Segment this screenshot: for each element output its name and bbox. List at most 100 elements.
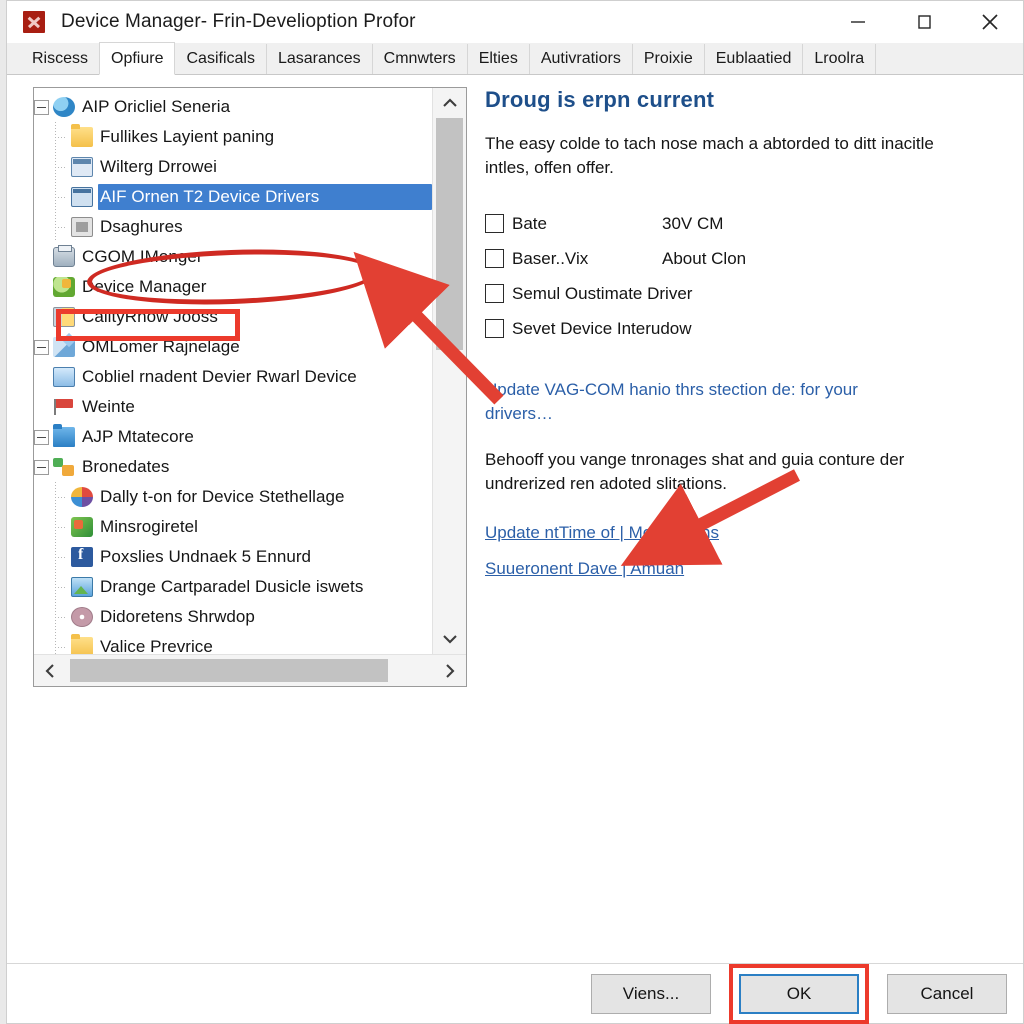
checkbox-label: Baser..Vix bbox=[512, 248, 589, 268]
maximize-icon[interactable] bbox=[891, 1, 957, 43]
tree-item[interactable]: Poxslies Undnaek 5 Ennurd bbox=[34, 542, 432, 572]
tree-item[interactable]: AIF Ornen T2 Device Drivers bbox=[34, 182, 432, 212]
checkbox-input[interactable] bbox=[485, 319, 504, 339]
device-manager-icon bbox=[53, 277, 75, 297]
tree-expander-toggle[interactable] bbox=[34, 339, 49, 355]
window-controls bbox=[825, 1, 1023, 43]
tree-vertical-scrollbar[interactable] bbox=[432, 88, 466, 654]
device-tree-panel: AIP Oricliel Seneria Fullikes Layient pan… bbox=[33, 87, 467, 687]
tree-expander-toggle[interactable] bbox=[34, 429, 49, 445]
window-icon bbox=[71, 157, 93, 177]
tab-lroolra[interactable]: Lroolra bbox=[802, 44, 877, 74]
tree-item[interactable]: Device Manager bbox=[34, 272, 432, 302]
checkbox-row[interactable]: Bate 30V CM bbox=[485, 206, 985, 241]
chevron-down-icon[interactable] bbox=[433, 624, 466, 654]
tab-elties[interactable]: Elties bbox=[466, 44, 530, 74]
tree-item[interactable]: Didoretens Shrwdop bbox=[34, 602, 432, 632]
checkbox-row[interactable]: Sevet Device Interudow bbox=[485, 311, 985, 346]
views-button[interactable]: Viens... bbox=[591, 973, 711, 1014]
device-tree-viewport: AIP Oricliel Seneria Fullikes Layient pan… bbox=[34, 88, 432, 654]
tab-opfiure[interactable]: Opfiure bbox=[99, 42, 176, 75]
book-icon bbox=[53, 307, 75, 327]
tree-item[interactable]: Cobliel rnadent Devier Rwarl Device bbox=[34, 362, 432, 392]
tree-item[interactable]: Wilterg Drrowei bbox=[34, 152, 432, 182]
window-content: AIP Oricliel Seneria Fullikes Layient pan… bbox=[7, 75, 1023, 1024]
support-link[interactable]: Suueronent Dave | Amuan bbox=[485, 559, 684, 579]
close-icon[interactable] bbox=[957, 1, 1023, 43]
ok-button[interactable]: OK bbox=[739, 973, 859, 1014]
checkbox-input[interactable] bbox=[485, 214, 504, 234]
tree-item[interactable]: Valice Prevrice bbox=[34, 632, 432, 654]
checkbox-row[interactable]: Baser..Vix About Clon bbox=[485, 241, 985, 276]
chevron-left-icon[interactable] bbox=[34, 655, 66, 686]
tree-connector-line bbox=[53, 122, 71, 152]
tree-item[interactable]: Weinte bbox=[34, 392, 432, 422]
tree-item[interactable]: OMLomer Rajnelage bbox=[34, 332, 432, 362]
tree-expander-toggle[interactable] bbox=[34, 99, 49, 115]
tab-lasarances[interactable]: Lasarances bbox=[265, 44, 373, 74]
detail-heading: Droug is erpn current bbox=[485, 87, 715, 112]
tree-item[interactable]: CGOM IMonger bbox=[34, 242, 432, 272]
checkbox-label: Semul Oustimate Driver bbox=[512, 283, 693, 303]
tree-item-label: Bronedates bbox=[82, 457, 170, 476]
tree-item[interactable]: Bronedates bbox=[34, 452, 432, 482]
detail-note: Behooff you vange tnronages shat and gui… bbox=[485, 449, 905, 493]
tree-item-label: Cobliel rnadent Devier Rwarl Device bbox=[82, 367, 357, 386]
tree-item[interactable]: AJP Mtatecore bbox=[34, 422, 432, 452]
image-icon bbox=[71, 577, 93, 597]
tree-connector-line bbox=[53, 632, 71, 654]
tree-item-label: AIF Ornen T2 Device Drivers bbox=[100, 187, 320, 206]
tree-item-label: CGOM IMonger bbox=[82, 247, 203, 266]
chevron-right-icon[interactable] bbox=[434, 655, 466, 686]
checkbox-input[interactable] bbox=[485, 284, 504, 304]
tree-connector-line bbox=[53, 542, 71, 572]
minimize-icon[interactable] bbox=[825, 1, 891, 43]
horizontal-scroll-thumb[interactable] bbox=[70, 659, 388, 682]
tab-proixie[interactable]: Proixie bbox=[631, 44, 705, 74]
tab-riscess[interactable]: Riscess bbox=[21, 44, 101, 74]
tree-item-label: Didoretens Shrwdop bbox=[100, 607, 255, 626]
device-manager-window: Device Manager- Frin-Develioption Profor… bbox=[6, 0, 1024, 1024]
gray-device-icon bbox=[71, 217, 93, 237]
tree-item[interactable]: CalityRhow Jooss bbox=[34, 302, 432, 332]
checkbox-row[interactable]: Semul Oustimate Driver bbox=[485, 276, 985, 311]
checkbox-label: Bate bbox=[512, 213, 547, 233]
folder-icon bbox=[71, 634, 93, 654]
detail-panel: Droug is erpn current The easy colde to … bbox=[485, 87, 985, 579]
update-info-text: Update VAG-COM hanio thrs stection de: f… bbox=[485, 380, 858, 424]
tab-autivratiors[interactable]: Autivratiors bbox=[528, 44, 633, 74]
checkbox-input[interactable] bbox=[485, 249, 504, 269]
tree-horizontal-scrollbar[interactable] bbox=[34, 654, 466, 686]
tree-item[interactable]: Minsrogiretel bbox=[34, 512, 432, 542]
tree-connector-line bbox=[53, 212, 71, 242]
green-app-icon bbox=[71, 517, 93, 537]
driver-options-checkbox-group: Bate 30V CM Baser..Vix About Clon Semul Oust… bbox=[485, 206, 985, 346]
annotation-rect-ok-button: OK bbox=[729, 963, 869, 1024]
chevron-up-icon[interactable] bbox=[433, 88, 466, 118]
tab-eublaatied[interactable]: Eublaatied bbox=[703, 44, 804, 74]
tree-item[interactable]: Drange Cartparadel Dusicle iswets bbox=[34, 572, 432, 602]
tab-casificals[interactable]: Casificals bbox=[174, 44, 267, 74]
tree-item[interactable]: Dally t-on for Device Stethellage bbox=[34, 482, 432, 512]
tab-strip: Riscess Opfiure Casificals Lasarances Cmnwte… bbox=[7, 42, 1023, 75]
screenshot-root: Device Manager- Frin-Develioption Profor… bbox=[0, 0, 1024, 1024]
tree-item-label: AJP Mtatecore bbox=[82, 427, 194, 446]
tree-item-label: CalityRhow Jooss bbox=[82, 307, 218, 326]
blue-folder-icon bbox=[53, 424, 75, 447]
update-time-link[interactable]: Update ntTime of | MoverWens bbox=[485, 523, 719, 543]
tab-cmnwters[interactable]: Cmnwters bbox=[371, 44, 468, 74]
vertical-scroll-thumb[interactable] bbox=[436, 118, 463, 350]
tree-item-label: Dally t-on for Device Stethellage bbox=[100, 487, 345, 506]
tree-item-label: Device Manager bbox=[82, 277, 207, 296]
tree-item[interactable]: Fullikes Layient paning bbox=[34, 122, 432, 152]
detail-paragraph: The easy colde to tach nose mach a abtor… bbox=[485, 134, 934, 178]
facebook-icon bbox=[71, 546, 93, 567]
tree-item[interactable]: AIP Oricliel Seneria bbox=[34, 92, 432, 122]
cancel-button[interactable]: Cancel bbox=[887, 973, 1007, 1014]
tree-item-label: Weinte bbox=[82, 397, 135, 416]
pen-icon bbox=[53, 337, 75, 357]
tree-expander-toggle[interactable] bbox=[34, 459, 49, 475]
title-bar: Device Manager- Frin-Develioption Profor bbox=[7, 1, 1023, 43]
device-tree-list[interactable]: AIP Oricliel Seneria Fullikes Layient pan… bbox=[34, 88, 432, 654]
tree-item[interactable]: Dsaghures bbox=[34, 212, 432, 242]
